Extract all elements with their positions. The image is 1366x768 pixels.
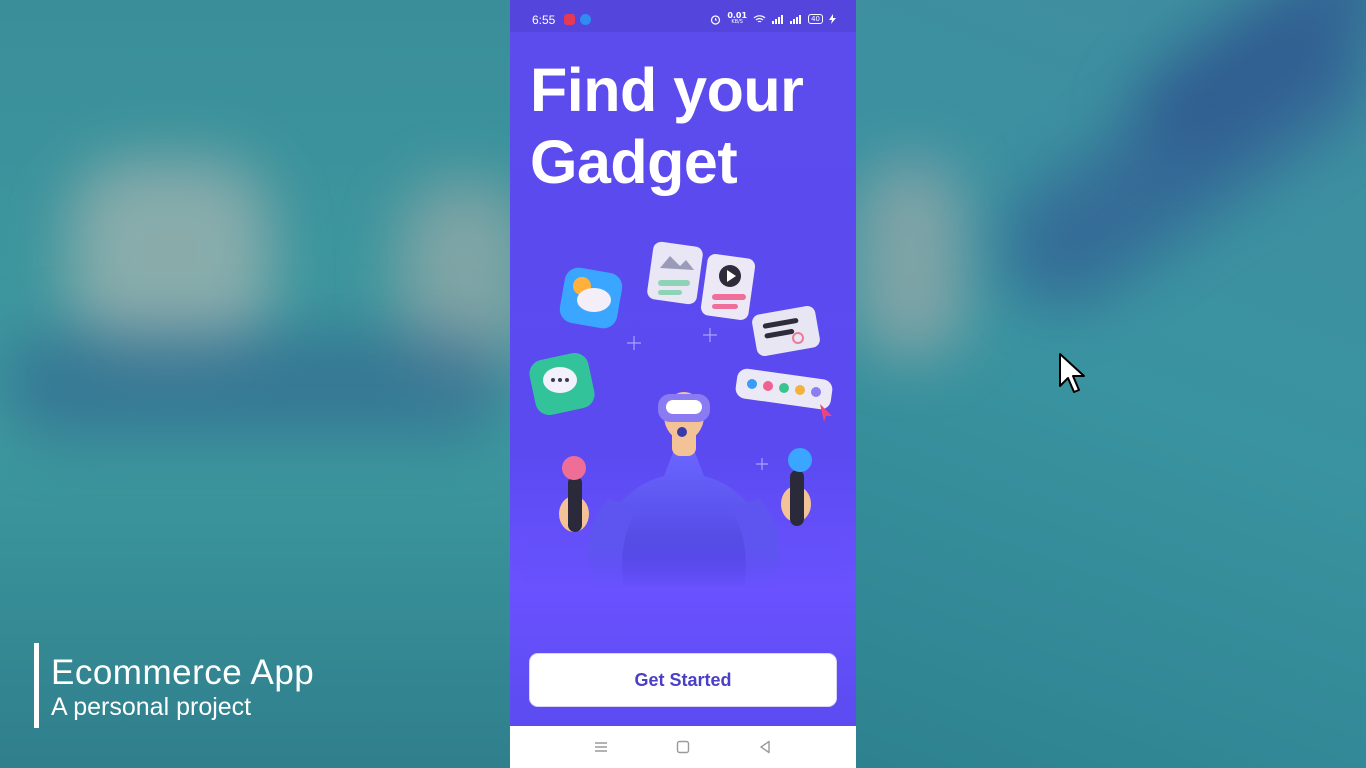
headline-line-2: Gadget <box>530 128 738 196</box>
video-card-icon <box>700 253 756 321</box>
menu-icon[interactable] <box>591 737 611 757</box>
assistant-app-icon <box>580 14 591 25</box>
signal-icon-2 <box>790 15 802 24</box>
get-started-button[interactable]: Get Started <box>529 653 837 707</box>
battery-icon: 40 <box>808 14 823 24</box>
message-card-icon <box>752 306 820 356</box>
network-speed: 0.01 KB/S <box>727 11 748 26</box>
caption-accent-bar <box>34 643 39 728</box>
status-bar: 6:55 0.01 KB/S 40 <box>510 0 856 32</box>
wifi-icon <box>753 15 766 23</box>
video-app-icon <box>564 14 575 25</box>
headline-line-1: Find your <box>530 56 804 124</box>
system-nav-bar <box>510 726 856 768</box>
status-indicators: 0.01 KB/S 40 <box>710 12 836 26</box>
background-right <box>856 0 1366 768</box>
status-time: 6:55 <box>532 13 556 27</box>
home-icon[interactable] <box>673 737 693 757</box>
onboarding-screen: Find your Gadget Get Started <box>510 32 856 726</box>
image-card-icon <box>647 241 703 305</box>
weather-card-icon <box>559 267 623 329</box>
caption-title: Ecommerce App <box>51 653 315 692</box>
blurred-shape <box>0 330 510 440</box>
charging-icon <box>829 14 836 24</box>
mouse-cursor-icon <box>1059 353 1085 393</box>
color-palette-icon <box>735 368 833 422</box>
chat-bubble-icon <box>529 352 595 416</box>
back-icon[interactable] <box>755 737 775 757</box>
phone-screen: 6:55 0.01 KB/S 40 Find your Gadget Get S… <box>510 0 856 768</box>
caption-subtitle: A personal project <box>51 693 252 721</box>
blurred-shape <box>856 160 966 360</box>
vr-person-illustration <box>524 241 844 588</box>
headline: Find your Gadget <box>530 54 804 198</box>
signal-icon <box>772 15 784 24</box>
alarm-icon <box>711 14 721 25</box>
